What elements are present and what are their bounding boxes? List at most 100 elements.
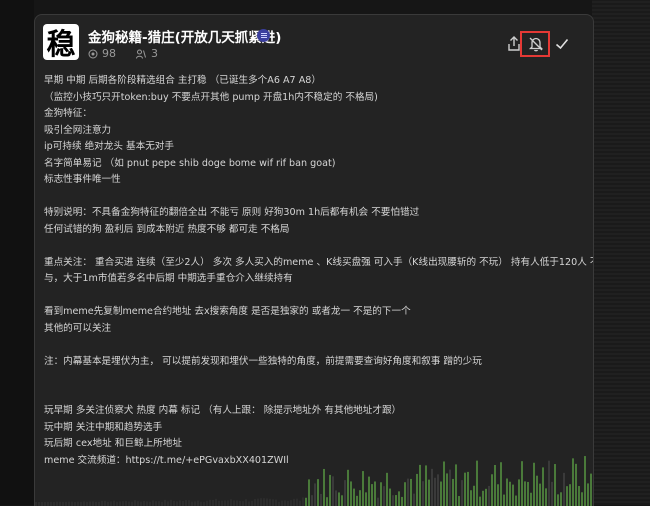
background-bar: [131, 501, 133, 506]
background-bar: [218, 500, 220, 506]
background-bar: [338, 492, 340, 506]
background-bar: [206, 500, 208, 506]
background-bar: [98, 501, 100, 506]
background-bar: [506, 478, 508, 506]
background-bar: [383, 486, 385, 506]
description-line: 早期 中期 后期各阶段精选组合 主打稳 （已诞生多个A6 A7 A8）: [44, 75, 321, 86]
background-bar: [440, 481, 442, 506]
background-bar: [362, 471, 364, 506]
background-bar: [494, 465, 496, 506]
avatar-char: 稳: [46, 27, 76, 60]
channel-header: 稳 金狗秘籍-猎庄(开放几天抓紧进) 98 3: [35, 15, 593, 67]
background-bar: [287, 501, 289, 506]
check-icon[interactable]: [553, 35, 571, 53]
background-bar: [53, 501, 55, 506]
background-bar: [185, 499, 187, 506]
background-bar: [212, 499, 214, 506]
background-bar: [68, 501, 70, 506]
background-bar: [443, 461, 445, 506]
description-line: 特别说明：不具备金狗特征的翻倍全出 不能亏 原则 好狗30m 1h后都有机会 不…: [44, 207, 420, 218]
background-bar: [419, 464, 421, 506]
background-bar: [488, 485, 490, 506]
bell-off-icon[interactable]: [527, 35, 545, 53]
background-bar: [533, 462, 535, 506]
background-bar: [512, 484, 514, 506]
background-bar: [569, 484, 571, 506]
background-bar: [545, 488, 547, 506]
background-bar: [233, 500, 235, 506]
background-bar: [179, 500, 181, 506]
description-line: ip可持续 绝对龙头 基本无对手: [44, 141, 174, 152]
subscriber-count: 98: [102, 47, 116, 60]
background-bar: [161, 501, 163, 506]
background-bar: [581, 492, 583, 506]
background-bar: [227, 500, 229, 506]
background-bar: [62, 501, 64, 506]
background-bar: [101, 500, 103, 506]
background-bar: [74, 501, 76, 506]
background-bar: [392, 495, 394, 506]
background-bar: [236, 500, 238, 506]
background-bar: [407, 478, 409, 506]
background-bar: [365, 492, 367, 506]
background-bar: [221, 500, 223, 506]
background-bar: [116, 501, 118, 506]
background-bar: [359, 490, 361, 506]
background-bar: [452, 478, 454, 506]
background-bar: [350, 481, 352, 506]
background-bar: [536, 475, 538, 506]
background-bar: [137, 501, 139, 506]
background-bar: [473, 485, 475, 506]
description-line: （监控小技巧只开token:buy 不要点开其他 pump 开盘1h内不稳定的 …: [44, 91, 378, 103]
background-bar: [56, 501, 58, 506]
background-bar: [209, 499, 211, 506]
background-bar: [341, 495, 343, 506]
background-bar: [332, 476, 334, 506]
description-line: 与，大于1m市值若多名中后期 中期选手重仓介入继续持有: [44, 273, 293, 284]
background-bar: [428, 479, 430, 506]
background-bar: [530, 492, 532, 506]
background-bar: [482, 490, 484, 506]
background-bar: [320, 493, 322, 506]
background-bar: [80, 501, 82, 506]
background-bar: [146, 501, 148, 506]
background-bar: [527, 481, 529, 506]
background-bar: [107, 501, 109, 506]
background-bar: [587, 483, 589, 506]
channel-avatar[interactable]: 稳: [43, 24, 79, 60]
background-bar: [467, 471, 469, 506]
background-bar: [65, 501, 67, 506]
background-bar: [557, 494, 559, 506]
background-bar: [134, 500, 136, 506]
background-bar: [167, 501, 169, 506]
background-bar: [413, 493, 415, 506]
description-line: 任何试错的狗 盈利后 到成本附近 热度不够 都可走 不格局: [44, 223, 290, 235]
background-bar: [491, 474, 493, 506]
description-line: 标志性事件唯一性: [44, 174, 121, 185]
background-bar: [71, 501, 73, 506]
background-bar: [395, 495, 397, 506]
channel-preview-panel: 稳 金狗秘籍-猎庄(开放几天抓紧进) 98 3 早期 中期 后期各阶段精选组合 …: [34, 14, 594, 506]
channel-title[interactable]: 金狗秘籍-猎庄(开放几天抓紧进): [88, 26, 281, 46]
background-bar: [422, 481, 424, 506]
background-bar: [248, 501, 250, 506]
background-bar: [164, 499, 166, 506]
background-bar: [128, 501, 130, 506]
background-bar: [470, 490, 472, 506]
background-bar: [416, 473, 418, 506]
background-bar: [509, 481, 511, 506]
description-line: 金狗特征：: [44, 108, 92, 119]
description-line: 重点关注： 重合买进 连续（至少2人） 多次 多人买入的meme 、K线买盘强 …: [44, 256, 594, 268]
background-bar: [38, 501, 40, 506]
background-bar: [500, 462, 502, 506]
description-line: 看到meme先复制meme合约地址 去x搜索角度 是否是独家的 或者龙一 不是的…: [44, 306, 411, 317]
background-bar: [368, 476, 370, 506]
background-bar: [194, 501, 196, 506]
background-bar: [335, 490, 337, 506]
background-bar: [122, 501, 124, 506]
background-bar: [176, 501, 178, 506]
background-bar: [275, 499, 277, 506]
